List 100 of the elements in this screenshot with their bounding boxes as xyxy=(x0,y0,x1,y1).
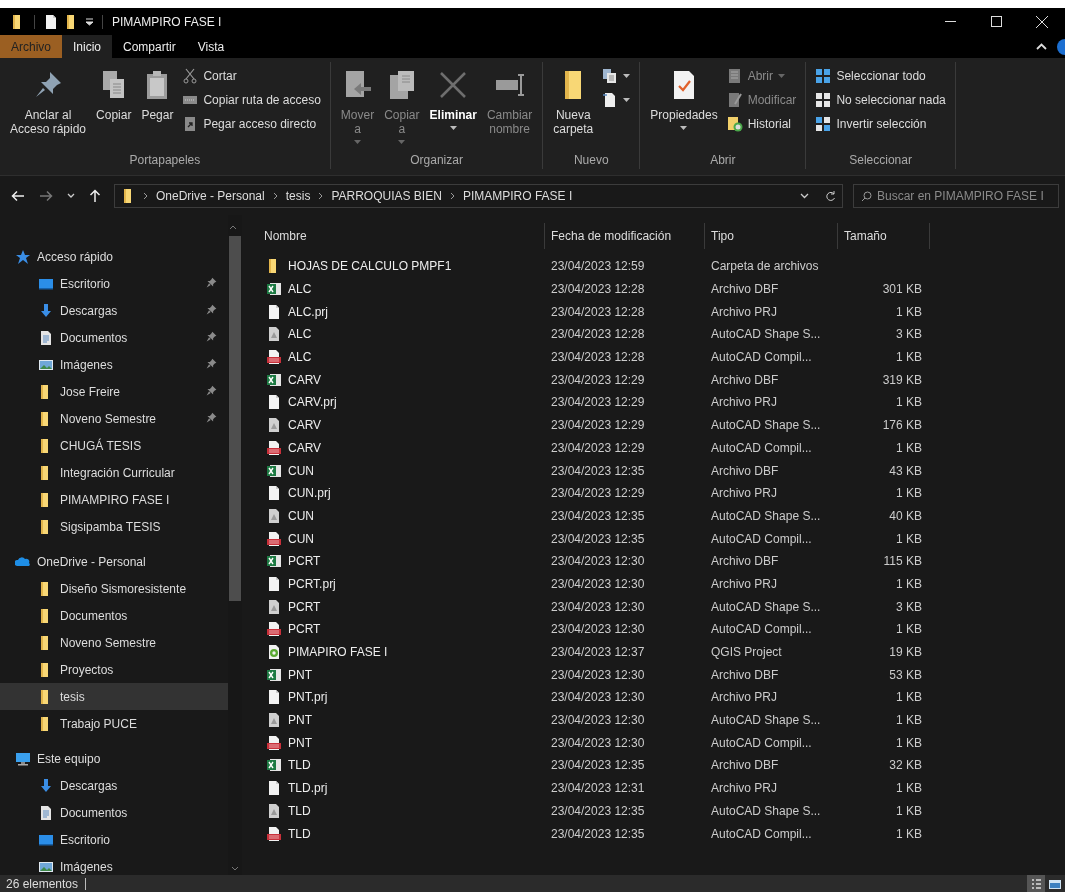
search-field[interactable]: Buscar en PIMAMPIRO FASE I xyxy=(853,183,1059,208)
sidebar-item[interactable]: tesis xyxy=(0,683,228,710)
file-name[interactable]: PIMAPIRO FASE I xyxy=(288,645,388,660)
sidebar-item[interactable]: Imágenes xyxy=(0,351,228,378)
ribbon-button[interactable]: Historial xyxy=(723,113,800,134)
sidebar-item[interactable]: Acceso rápido xyxy=(0,243,228,270)
file-name[interactable]: TLD xyxy=(288,826,311,841)
file-name[interactable]: CUN xyxy=(288,463,314,478)
column-header[interactable]: Tamaño xyxy=(838,223,930,249)
file-name[interactable]: PNT xyxy=(288,667,312,682)
file-name[interactable]: TLD xyxy=(288,758,311,773)
refresh-icon[interactable] xyxy=(825,189,836,202)
sidebar-item[interactable]: Noveno Semestre xyxy=(0,405,228,432)
table-cell-text: 23/04/2023 12:30 xyxy=(550,554,646,569)
file-name[interactable]: ALC xyxy=(288,327,312,342)
table-cell-text: AutoCAD Shape S... xyxy=(710,327,822,342)
breadcrumb[interactable]: OneDrive - Personal xyxy=(154,188,267,203)
ribbon-button[interactable]: Cortar xyxy=(179,65,324,86)
file-name[interactable]: PNT xyxy=(288,735,312,750)
pin-icon xyxy=(205,330,218,343)
file-name[interactable]: ALC.prj xyxy=(288,304,328,319)
sidebar-item[interactable]: Descargas xyxy=(0,772,228,799)
sidebar-item[interactable]: Jose Freire xyxy=(0,378,228,405)
table-cell-text: Carpeta de archivos xyxy=(710,259,820,274)
sidebar-item[interactable]: Noveno Semestre xyxy=(0,629,228,656)
up-arrow-icon xyxy=(89,188,101,203)
sidebar-item[interactable]: Escritorio xyxy=(0,826,228,853)
dropdown-icon[interactable] xyxy=(85,17,94,26)
file-name[interactable]: CARV xyxy=(288,440,322,455)
table-cell-text: 23/04/2023 12:35 xyxy=(550,463,646,478)
sidebar-item[interactable]: Sigsipamba TESIS xyxy=(0,513,228,540)
sidebar-item[interactable]: Documentos xyxy=(0,324,228,351)
group-label: Organizar xyxy=(409,152,464,169)
file-name[interactable]: CUN xyxy=(288,508,314,523)
breadcrumb[interactable]: PIMAMPIRO FASE I xyxy=(460,188,575,203)
sidebar-item[interactable]: OneDrive - Personal xyxy=(0,548,228,575)
table-cell-text: 1 KB xyxy=(895,350,923,365)
sidebar-item[interactable]: Diseño Sismoresistente xyxy=(0,575,228,602)
table-cell-text: AutoCAD Compil... xyxy=(710,440,813,455)
ribbon-tab[interactable]: Inicio xyxy=(62,35,113,58)
ribbon-button[interactable]: Pegar xyxy=(137,62,178,122)
sidebar-item[interactable]: Trabajo PUCE xyxy=(0,710,228,737)
sidebar-item[interactable]: Este equipo xyxy=(0,745,228,772)
sidebar-item[interactable]: Escritorio xyxy=(0,270,228,297)
ribbon-button[interactable]: Seleccionar todo xyxy=(812,65,949,86)
table-cell-text: 23/04/2023 12:28 xyxy=(550,304,646,319)
column-header[interactable]: Fecha de modificación xyxy=(545,223,705,249)
pin-icon xyxy=(205,303,218,316)
ribbon-button[interactable]: Copiar ruta de acceso xyxy=(179,89,324,110)
spreadsheet-icon xyxy=(266,553,282,570)
breadcrumb[interactable]: tesis xyxy=(283,188,313,203)
column-header[interactable]: Tipo xyxy=(705,223,838,249)
file-name[interactable]: CUN.prj xyxy=(288,486,331,501)
sidebar-item[interactable]: CHUGÁ TESIS xyxy=(0,432,228,459)
file-name[interactable]: CARV.prj xyxy=(288,395,337,410)
column-header[interactable]: Nombre xyxy=(258,223,545,249)
table-cell-text: 23/04/2023 12:28 xyxy=(550,327,646,342)
address-bar[interactable]: OneDrive - Personal tesis PARROQUIAS BIEN PIMAMPIRO FASE I xyxy=(114,183,843,208)
sidebar-item[interactable]: Descargas xyxy=(0,297,228,324)
sidebar-item[interactable]: PIMAMPIRO FASE I xyxy=(0,486,228,513)
banded-file-icon xyxy=(266,621,282,638)
sidebar-item[interactable]: Integración Curricular xyxy=(0,459,228,486)
ribbon-button[interactable]: Propiedades xyxy=(646,62,722,130)
table-cell-text: 1 KB xyxy=(895,690,923,705)
table-cell-text: Archivo PRJ xyxy=(710,576,779,591)
help-icon[interactable] xyxy=(1057,38,1065,55)
file-name[interactable]: CARV xyxy=(288,372,322,387)
ribbon-button[interactable]: Nueva carpeta xyxy=(549,62,598,136)
details-view-button[interactable] xyxy=(1027,875,1045,892)
file-name[interactable]: PCRT xyxy=(288,599,321,614)
ribbon-button[interactable]: Eliminar xyxy=(425,62,481,130)
dropdown-icon[interactable] xyxy=(800,192,809,199)
ribbon-button[interactable]: Anclar al Acceso rápido xyxy=(6,62,91,136)
file-name[interactable]: TLD xyxy=(288,803,311,818)
breadcrumb[interactable]: PARROQUIAS BIEN xyxy=(329,188,444,203)
ribbon-button[interactable]: Copiar xyxy=(92,62,136,122)
file-name[interactable]: TLD.prj xyxy=(288,781,328,796)
ribbon-button[interactable]: Invertir selección xyxy=(812,113,949,134)
table-cell-text: 1 KB xyxy=(895,826,923,841)
file-name[interactable]: PCRT.prj xyxy=(288,576,336,591)
sidebar-item[interactable]: Documentos xyxy=(0,799,228,826)
sidebar-item[interactable]: Documentos xyxy=(0,602,228,629)
file-name[interactable]: CARV xyxy=(288,418,322,433)
file-name[interactable]: CUN xyxy=(288,531,314,546)
file-name[interactable]: ALC xyxy=(288,350,312,365)
file-name[interactable]: PCRT xyxy=(288,622,321,637)
ribbon-button[interactable]: Pegar acceso directo xyxy=(179,113,324,134)
scroll-up-icon[interactable] xyxy=(229,225,237,230)
file-name[interactable]: PCRT xyxy=(288,554,321,569)
scrollbar-thumb[interactable] xyxy=(229,236,241,601)
collapse-ribbon-icon[interactable] xyxy=(1036,43,1047,50)
sidebar-item[interactable]: Proyectos xyxy=(0,656,228,683)
file-name[interactable]: PNT xyxy=(288,713,312,728)
ribbon-button[interactable]: No seleccionar nada xyxy=(812,89,949,110)
file-name[interactable]: HOJAS DE CALCULO PMPF1 xyxy=(288,259,452,274)
scroll-down-icon[interactable] xyxy=(231,866,239,871)
file-name[interactable]: ALC xyxy=(288,282,312,297)
file-name[interactable]: PNT.prj xyxy=(288,690,328,705)
table-cell-text: 23/04/2023 12:35 xyxy=(550,758,646,773)
table-cell-text: 23/04/2023 12:29 xyxy=(550,418,646,433)
